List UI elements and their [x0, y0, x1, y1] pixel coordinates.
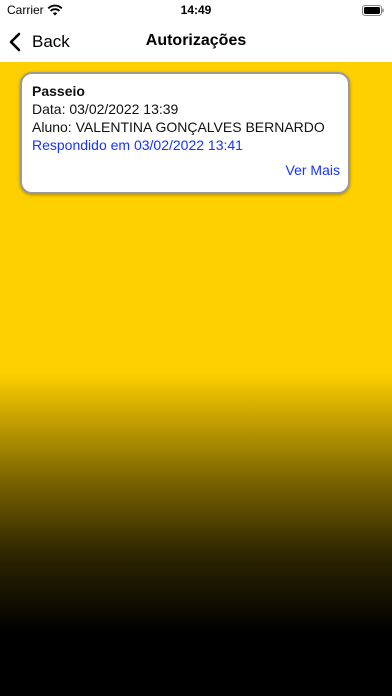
authorizations-list[interactable]: Passeio Data: 03/02/2022 13:39 Aluno: VA…: [0, 62, 392, 696]
authorization-student: Aluno: VALENTINA GONÇALVES BERNARDO: [32, 119, 325, 135]
ver-mais-link[interactable]: Ver Mais: [286, 162, 340, 178]
authorization-date: Data: 03/02/2022 13:39: [32, 101, 179, 117]
battery-icon: [362, 5, 384, 16]
navigation-bar: Back Autorizações: [0, 22, 392, 63]
clock: 14:49: [180, 3, 212, 17]
page-title: Autorizações: [145, 32, 247, 49]
authorization-status: Respondido em 03/02/2022 13:41: [32, 137, 243, 153]
authorization-card[interactable]: Passeio Data: 03/02/2022 13:39 Aluno: VA…: [20, 72, 350, 194]
status-bar: Carrier 14:49: [0, 0, 392, 22]
authorization-title: Passeio: [32, 83, 85, 99]
